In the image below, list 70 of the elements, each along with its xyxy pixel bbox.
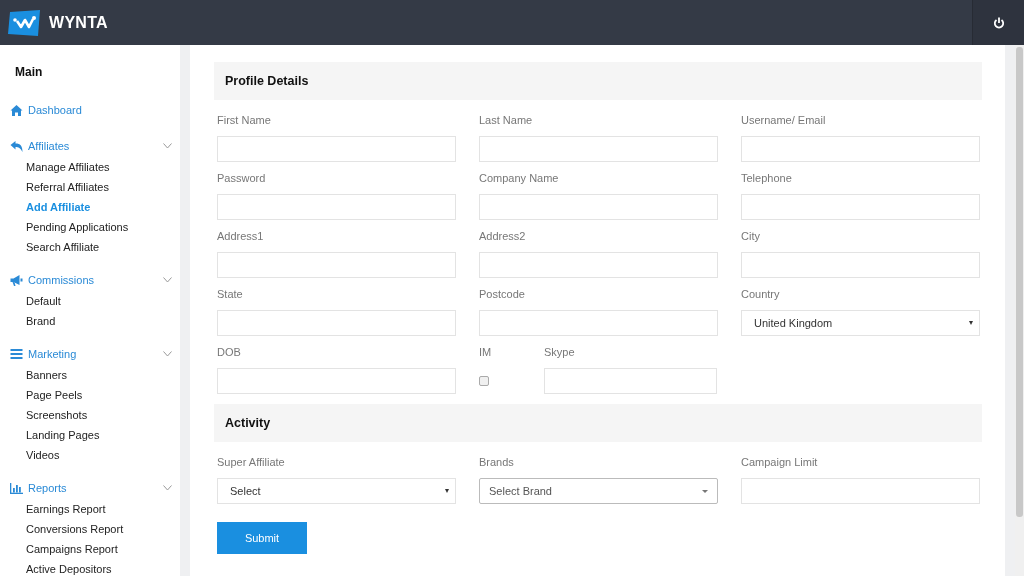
brand-name: WYNTA	[49, 13, 108, 32]
nav-item[interactable]: Pending Applications	[10, 217, 180, 237]
section-title: Profile Details	[225, 74, 309, 88]
select-field[interactable]: Select Brand	[479, 478, 718, 504]
nav-item[interactable]: Earnings Report	[10, 499, 180, 519]
field-label: City	[741, 230, 761, 244]
input-field[interactable]	[217, 136, 456, 162]
field-label: Postcode	[479, 288, 526, 302]
nav-item[interactable]: Banners	[10, 365, 180, 385]
field-label: Super Affiliate	[217, 456, 286, 470]
input-field[interactable]	[217, 252, 456, 278]
input-field[interactable]	[741, 478, 980, 504]
nav-item[interactable]: Active Depositors	[10, 559, 180, 576]
nav-item[interactable]: Add Affiliate	[10, 197, 180, 217]
select-field[interactable]: United Kingdom	[741, 310, 980, 336]
scrollbar[interactable]	[1015, 45, 1024, 576]
field-label: Address1	[217, 230, 265, 244]
home-icon	[10, 104, 23, 116]
input-field[interactable]	[217, 368, 456, 394]
nav-item[interactable]: Search Affiliate	[10, 237, 180, 257]
checkbox[interactable]	[479, 376, 489, 386]
input-field[interactable]	[479, 136, 718, 162]
field-label: State	[217, 288, 244, 302]
input-field[interactable]	[741, 136, 980, 162]
nav-item[interactable]: Campaigns Report	[10, 539, 180, 559]
field-label: Username/ Email	[741, 114, 827, 128]
input-field[interactable]	[217, 310, 456, 336]
sidebar-title: Main	[14, 65, 44, 79]
reply-arrow-icon	[10, 140, 23, 152]
nav-group[interactable]: Marketing	[10, 347, 180, 361]
menu-icon	[10, 349, 23, 359]
field-label: Telephone	[741, 172, 793, 186]
bar-chart-icon	[10, 482, 23, 494]
nav-item[interactable]: Default	[10, 291, 180, 311]
field-label: Company Name	[479, 172, 560, 186]
field-label: Brands	[479, 456, 515, 470]
field-label: IM	[479, 346, 493, 360]
nav-item[interactable]: Landing Pages	[10, 425, 180, 445]
nav-group[interactable]: Affiliates	[10, 139, 180, 153]
field-label: Address2	[479, 230, 527, 244]
input-field[interactable]	[741, 252, 980, 278]
input-field[interactable]	[544, 368, 717, 394]
field-label: Last Name	[479, 114, 534, 128]
section-title: Activity	[225, 416, 271, 430]
nav-group[interactable]: Reports	[10, 481, 180, 495]
megaphone-icon	[10, 274, 23, 286]
input-field[interactable]	[479, 252, 718, 278]
select-field[interactable]: Select	[217, 478, 456, 504]
nav-item[interactable]: Manage Affiliates	[10, 157, 180, 177]
input-field[interactable]	[479, 194, 718, 220]
nav-group[interactable]: Dashboard	[10, 103, 180, 117]
field-label: Password	[217, 172, 267, 186]
nav-item[interactable]: Page Peels	[10, 385, 180, 405]
input-field[interactable]	[217, 194, 456, 220]
field-label: First Name	[217, 114, 272, 128]
input-field[interactable]	[479, 310, 718, 336]
field-label: Skype	[544, 346, 576, 360]
input-field[interactable]	[741, 194, 980, 220]
nav-item[interactable]: Screenshots	[10, 405, 180, 425]
logo-icon	[8, 9, 42, 36]
nav-group[interactable]: Commissions	[10, 273, 180, 287]
nav-item[interactable]: Brand	[10, 311, 180, 331]
nav-item[interactable]: Conversions Report	[10, 519, 180, 539]
nav-item[interactable]: Videos	[10, 445, 180, 465]
field-label: DOB	[217, 346, 242, 360]
nav-item[interactable]: Referral Affiliates	[10, 177, 180, 197]
power-button[interactable]	[972, 0, 1024, 45]
power-icon	[992, 16, 1005, 29]
field-label: Campaign Limit	[741, 456, 819, 470]
field-label: Country	[741, 288, 781, 302]
